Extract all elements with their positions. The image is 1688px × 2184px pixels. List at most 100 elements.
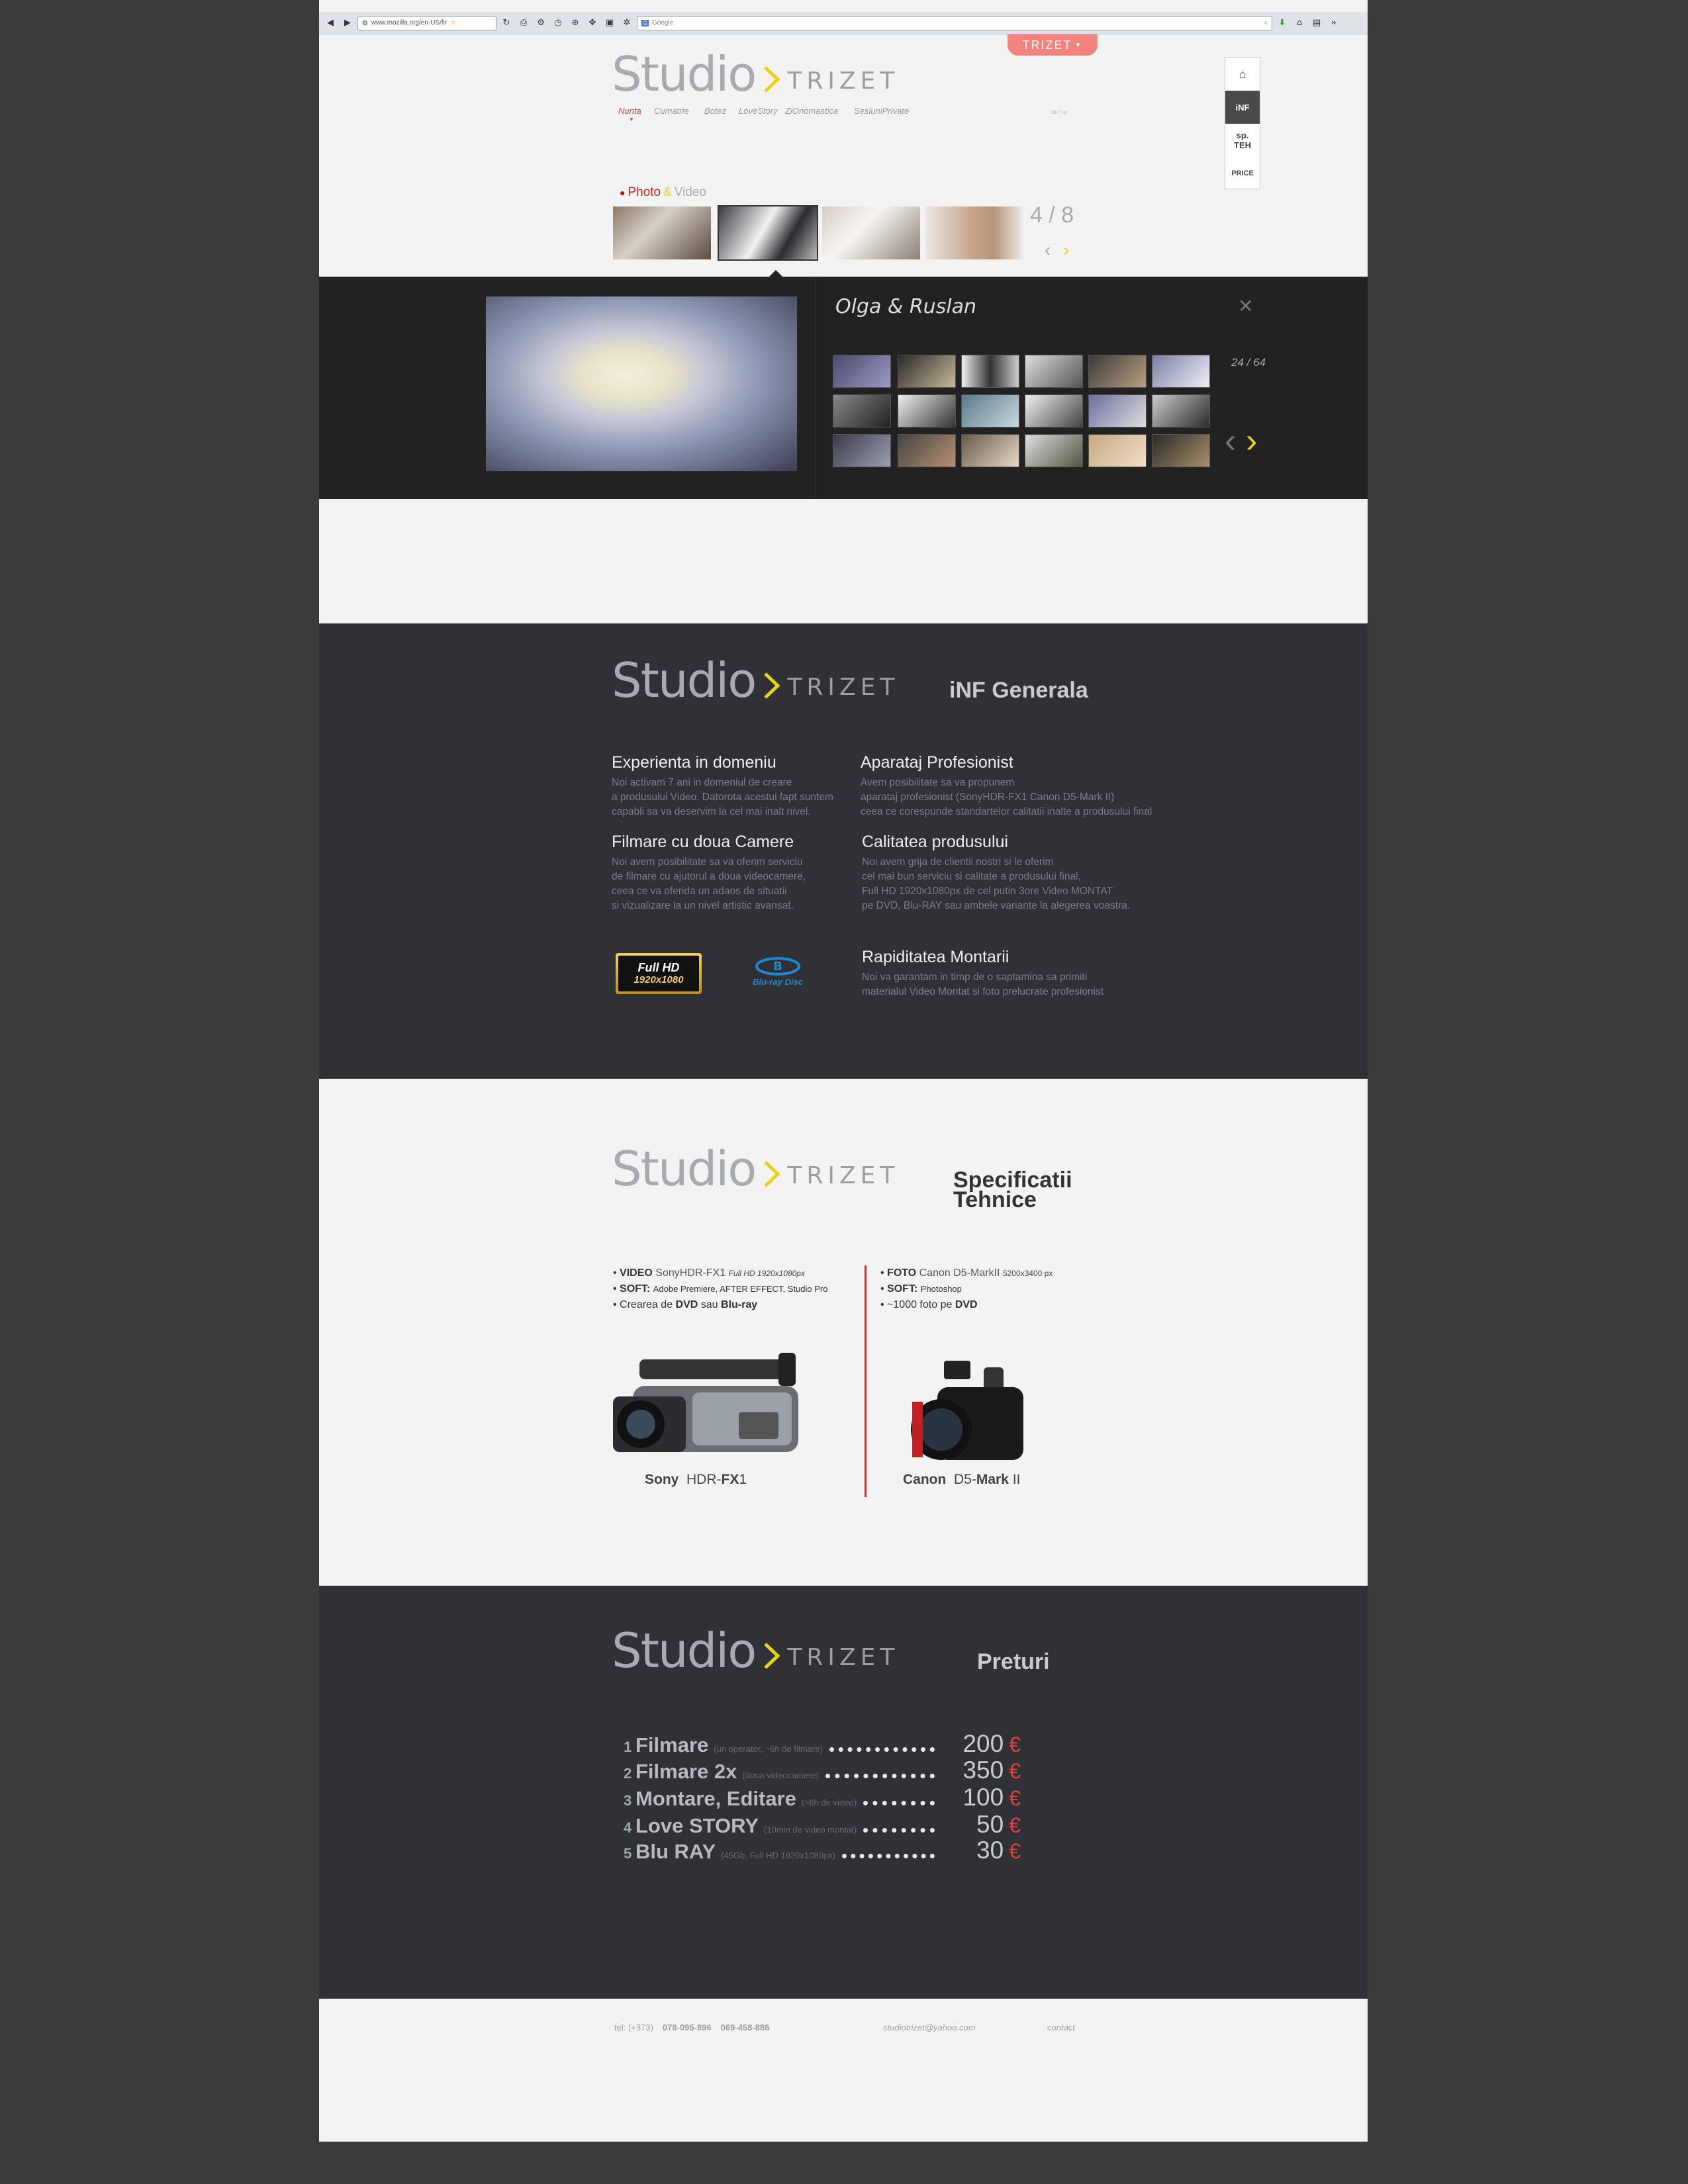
tools-icon[interactable]: ✲	[620, 16, 634, 30]
logo-studio: Studio	[612, 1623, 757, 1678]
phone-number[interactable]: 078-095-896	[663, 2023, 712, 2032]
video-spec-list: • VIDEO SonyHDR-FX1 Full HD 1920x1080px …	[613, 1265, 827, 1313]
gallery-thumb[interactable]	[1152, 355, 1210, 388]
section-title: iNF Generala	[949, 678, 1088, 703]
side-menu: ⌂ iNF sp. TEH PRICE	[1225, 57, 1260, 189]
zoom-icon[interactable]: ⊕	[568, 16, 583, 30]
spec-item: • Crearea de DVD sau Blu-ray	[613, 1299, 758, 1310]
prices-logo: Studio TRIZET	[612, 1627, 899, 1674]
footer-email[interactable]: studiotrizet@yahoo.com	[883, 2023, 976, 2032]
fullhd-bottom: 1920x1080	[633, 974, 684, 985]
gallery-thumb[interactable]	[1088, 394, 1147, 428]
svg-text:B: B	[773, 960, 782, 974]
side-price[interactable]: PRICE	[1225, 157, 1260, 190]
lang-switch[interactable]: ro / ru	[1051, 109, 1067, 115]
gallery-thumb[interactable]	[833, 434, 891, 467]
spec-item: • FOTO Canon D5-MarkII 5200x3400 px	[880, 1267, 1053, 1279]
settings-icon[interactable]: ⚙	[534, 16, 548, 30]
nav-item-lovestory[interactable]: LoveStory	[739, 106, 778, 116]
search-bar[interactable]: G Google ⌕	[637, 15, 1272, 30]
gallery-thumb[interactable]	[898, 355, 956, 388]
camcorder-image	[613, 1353, 798, 1452]
window-icon[interactable]: ▣	[602, 16, 617, 30]
camera-caption: Sony HDR-FX1	[645, 1472, 747, 1487]
nav-item-zionomastica[interactable]: ZiOnomastica	[785, 106, 838, 116]
side-spteh[interactable]: sp. TEH	[1225, 124, 1260, 157]
gallery-thumb[interactable]	[833, 394, 891, 428]
magnifier-icon[interactable]: ⌕	[1264, 19, 1268, 26]
globe-icon: ◍	[362, 19, 368, 26]
tab-video[interactable]: Video	[675, 185, 706, 200]
bullet-icon: ●	[620, 187, 626, 198]
nav-active-marker: ▼	[629, 116, 634, 122]
url-text: www.mozilla.org/en-US/fir	[371, 19, 447, 26]
gallery-thumb[interactable]	[1088, 355, 1147, 388]
phone-number[interactable]: 069-458-886	[721, 2023, 770, 2032]
cursor-icon[interactable]: ✥	[585, 16, 600, 30]
chevron-right-icon[interactable]: ›	[1063, 240, 1069, 261]
gallery-thumb[interactable]	[961, 394, 1019, 428]
gallery-thumb[interactable]	[1088, 434, 1147, 467]
reload-icon[interactable]: ↻	[499, 16, 514, 30]
back-icon[interactable]: ◀	[323, 16, 338, 30]
gallery-thumb[interactable]	[898, 434, 956, 467]
home-icon[interactable]: ⌂	[1292, 16, 1307, 30]
nav-item-nunta[interactable]: Nunta	[618, 106, 641, 116]
fullhd-top: Full HD	[637, 961, 680, 974]
tab-photo[interactable]: Photo	[628, 185, 661, 200]
gallery-counter: 24 / 64	[1231, 356, 1266, 369]
page: ◀ ▶ ◍ www.mozilla.org/en-US/fir ☆ ↻ ⎙ ⚙ …	[319, 0, 1368, 2142]
gallery-thumb[interactable]	[1025, 434, 1083, 467]
star-icon[interactable]: ☆	[450, 19, 456, 26]
gallery-prev-icon[interactable]: ‹	[1225, 421, 1236, 461]
logo[interactable]: Studio TRIZET	[612, 50, 899, 98]
album-thumb[interactable]	[613, 206, 711, 259]
logo-studio: Studio	[612, 46, 757, 102]
gallery-thumb[interactable]	[833, 355, 891, 388]
history-icon[interactable]: ◷	[551, 16, 565, 30]
forward-icon[interactable]: ▶	[340, 16, 355, 30]
url-bar[interactable]: ◍ www.mozilla.org/en-US/fir ☆	[357, 15, 496, 30]
specs-section: Studio TRIZET Specificatii Tehnice • VID…	[319, 1079, 1368, 1586]
phone-prefix: tel: (+373)	[614, 2023, 653, 2032]
chevron-down-icon: ▼	[1074, 41, 1083, 49]
logo-studio: Studio	[612, 1141, 757, 1197]
side-inf[interactable]: iNF	[1225, 91, 1260, 124]
block-text: Avem posibilitate sa va propunem aparataj…	[861, 777, 1152, 817]
media-tabs: ● Photo & Video	[620, 185, 706, 200]
gallery-pointer	[769, 270, 782, 277]
gallery-thumb[interactable]	[961, 434, 1019, 467]
footer-contact-link[interactable]: contact	[1047, 2023, 1075, 2032]
side-home[interactable]: ⌂	[1225, 58, 1260, 91]
price-row: 3 Montare, Editare (≈6h de video) 100 €	[624, 1784, 1021, 1811]
price-row: 2 Filmare 2x (doua videocamere) 350 €	[624, 1756, 1021, 1784]
spec-item: • ~1000 foto pe DVD	[880, 1299, 978, 1310]
gallery-thumb[interactable]	[961, 355, 1019, 388]
gallery-panel: Olga & Ruslan ✕ 24 / 64 ‹ ›	[319, 270, 1368, 499]
chevron-left-icon[interactable]: ‹	[1045, 240, 1051, 261]
gallery-thumb[interactable]	[898, 394, 956, 428]
gallery-thumb[interactable]	[1152, 394, 1210, 428]
more-icon[interactable]: »	[1327, 16, 1341, 30]
logo-studio: Studio	[612, 653, 757, 708]
print-icon[interactable]: ⎙	[516, 16, 531, 30]
gallery-thumb[interactable]	[1152, 434, 1210, 467]
gallery-thumb[interactable]	[1025, 394, 1083, 428]
gallery-next-icon[interactable]: ›	[1246, 421, 1257, 461]
logo-chevron-icon	[764, 1161, 780, 1187]
gallery-thumb[interactable]	[1025, 355, 1083, 388]
lang-tab[interactable]: TRIZET ▼	[1008, 34, 1098, 56]
album-thumb[interactable]	[822, 206, 920, 259]
nav-item-cumatrie[interactable]: Cumatrie	[654, 106, 689, 116]
logo-chevron-icon	[764, 672, 780, 699]
nav-item-botez[interactable]: Botez	[704, 106, 726, 116]
album-thumb[interactable]	[925, 206, 1023, 259]
nav-item-sesiuniprivate[interactable]: SesiuniPrivate	[854, 106, 909, 116]
menu-icon[interactable]: ▤	[1309, 16, 1324, 30]
block-text: Noi avem posibilitate sa va oferim servi…	[612, 856, 806, 911]
album-thumb[interactable]	[718, 205, 818, 261]
close-icon[interactable]: ✕	[1238, 295, 1253, 317]
bluray-badge: B Blu-ray Disc	[741, 954, 814, 997]
download-icon[interactable]: ⬇	[1275, 16, 1289, 30]
logo-trizet: TRIZET	[787, 1162, 900, 1189]
